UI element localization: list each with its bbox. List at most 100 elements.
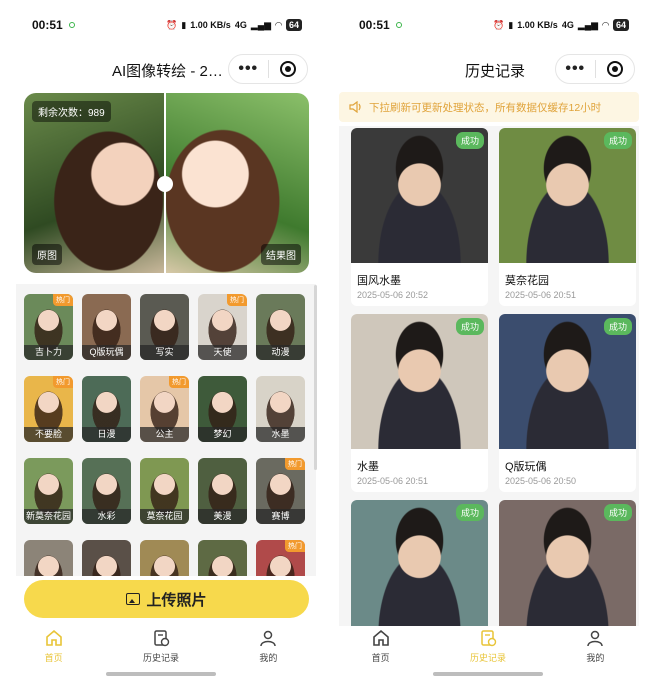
history-card[interactable]: 成功 Q版玩偶 2025-05-06 20:50 [499, 314, 636, 492]
status-bar: 00:51 ⏰ ▮ 1.00 KB/s 4G ▂▄▆ ◠ 64 [0, 0, 322, 50]
tab-home-label: 首页 [371, 653, 390, 663]
record-style-name: 国风水墨 [357, 275, 401, 287]
status-icons: ⏰ ▮ 1.00 KB/s 4G ▂▄▆ ◠ 64 [493, 19, 629, 31]
style-option[interactable]: 热门不要脸 [24, 376, 73, 442]
style-label: 不要脸 [24, 427, 73, 442]
style-label: 新莫奈花园 [24, 509, 73, 524]
mini-program-capsule: ••• [555, 54, 635, 84]
style-option[interactable] [198, 540, 247, 576]
style-label: 水墨 [256, 427, 305, 442]
style-thumbnail [140, 540, 189, 576]
style-option[interactable]: 热门 吉卜力 [24, 294, 73, 360]
battery-icon: 64 [285, 19, 302, 31]
style-label: 美漫 [198, 509, 247, 524]
tab-home[interactable]: 首页 [0, 628, 107, 668]
style-label: 莫奈花园 [140, 509, 189, 524]
tab-history-label: 历史记录 [469, 653, 506, 663]
success-badge: 成功 [603, 318, 632, 335]
style-option[interactable]: 热门 天使 [198, 294, 247, 360]
tab-mine[interactable]: 我的 [215, 628, 322, 668]
tab-mine-label: 我的 [259, 653, 278, 663]
success-badge: 成功 [455, 318, 484, 335]
speaker-icon [349, 101, 361, 113]
history-card[interactable]: 成功 莫奈花园 2025-05-06 20:51 [499, 128, 636, 306]
style-label: 日漫 [82, 427, 131, 442]
style-option[interactable]: 梦幻 [198, 376, 247, 442]
tab-history[interactable]: 历史记录 [107, 628, 214, 668]
result-photo: 成功 [499, 500, 636, 626]
style-option[interactable] [140, 540, 189, 576]
before-after-compare[interactable]: 剩余次数：989 原图 结果图 [24, 93, 309, 273]
network-type: 4G [234, 20, 247, 30]
result-label: 结果图 [261, 244, 301, 265]
signal-icon: ▂▄▆ [250, 19, 272, 30]
tab-history[interactable]: 历史记录 [434, 628, 541, 668]
style-thumbnail [24, 540, 73, 576]
result-photo: 成功 [351, 314, 488, 449]
style-selector: 热门 吉卜力 Q版玩偶 写实 热门 天使 动漫 热门 不要脸 日漫 热门 公主 梦幻 水墨 新莫奈花园 水彩莫… [16, 284, 316, 576]
tab-home[interactable]: 首页 [327, 628, 434, 668]
result-photo: 成功 [499, 128, 636, 263]
target-icon [606, 61, 623, 77]
close-mini-program-button[interactable] [596, 61, 635, 77]
result-photo: 成功 [499, 314, 636, 449]
style-option[interactable]: 美漫 [198, 458, 247, 524]
history-list: 成功 国风水墨 2025-05-06 20:52 成功 莫奈花园 2025-05-06 2… [339, 126, 639, 626]
remaining-count: 剩余次数：989 [32, 101, 111, 122]
style-label: 吉卜力 [24, 345, 73, 360]
mini-program-capsule: ••• [228, 54, 308, 84]
record-timestamp: 2025-05-06 20:52 [357, 290, 429, 300]
vibrate-icon: ▮ [508, 19, 514, 30]
notice-bar: 下拉刷新可更新处理状态，所有数据仅缓存12小时 [339, 92, 639, 122]
target-icon [279, 61, 296, 77]
page-title: AI图像转绘 - 2… [112, 63, 223, 80]
style-label: 动漫 [256, 345, 305, 360]
style-option[interactable]: 写实 [140, 294, 189, 360]
style-option[interactable]: 新莫奈花园 [24, 458, 73, 524]
scrollbar[interactable] [314, 285, 317, 470]
style-label: Q版玩偶 [82, 345, 131, 360]
nav-bar: AI图像转绘 - 2… ••• [0, 52, 322, 86]
tab-mine[interactable]: 我的 [542, 628, 649, 668]
record-timestamp: 2025-05-06 20:51 [357, 476, 429, 486]
history-screen: 00:51 ⏰ ▮ 1.00 KB/s 4G ▂▄▆ ◠ 64 历史记录 •••… [327, 0, 649, 687]
success-badge: 成功 [603, 132, 632, 149]
hot-badge: 热门 [285, 540, 305, 552]
tab-history-label: 历史记录 [142, 653, 179, 663]
style-option[interactable]: 热门 公主 [140, 376, 189, 442]
style-option[interactable]: 热门 [256, 540, 305, 576]
more-button[interactable]: ••• [556, 54, 595, 84]
style-label: 水彩 [82, 509, 131, 524]
history-icon [478, 628, 498, 648]
tab-home-label: 首页 [44, 653, 63, 663]
status-bar: 00:51 ⏰ ▮ 1.00 KB/s 4G ▂▄▆ ◠ 64 [327, 0, 649, 50]
history-card[interactable]: 成功水墨 2025-05-06 20:51 [351, 314, 488, 492]
history-card[interactable]: 成功 [499, 500, 636, 626]
style-option[interactable]: 日漫 [82, 376, 131, 442]
sync-dot-icon [68, 22, 75, 28]
history-card[interactable]: 成功 [351, 500, 488, 626]
style-option[interactable]: 水彩 [82, 458, 131, 524]
upload-label: 上传照片 [146, 591, 207, 609]
record-timestamp: 2025-05-06 20:51 [505, 290, 577, 300]
style-option[interactable]: 动漫 [256, 294, 305, 360]
style-option[interactable]: Q版玩偶 [82, 294, 131, 360]
style-option[interactable]: 莫奈花园 [140, 458, 189, 524]
record-style-name: 水墨 [357, 461, 379, 473]
style-option[interactable]: 水墨 [256, 376, 305, 442]
user-icon [585, 628, 605, 648]
hot-badge: 热门 [53, 376, 73, 388]
style-option[interactable]: 热门 赛博 [256, 458, 305, 524]
compare-slider-handle[interactable] [157, 176, 173, 192]
history-card[interactable]: 成功 国风水墨 2025-05-06 20:52 [351, 128, 488, 306]
nav-bar: 历史记录 ••• [327, 52, 649, 86]
more-button[interactable]: ••• [229, 54, 268, 84]
style-option[interactable] [82, 540, 131, 576]
style-thumbnail [82, 540, 131, 576]
upload-photo-button[interactable]: 上传照片 [24, 580, 309, 618]
close-mini-program-button[interactable] [269, 61, 308, 77]
hot-badge: 热门 [227, 294, 247, 306]
style-option[interactable] [24, 540, 73, 576]
hot-badge: 热门 [285, 458, 305, 470]
network-type: 4G [561, 20, 574, 30]
